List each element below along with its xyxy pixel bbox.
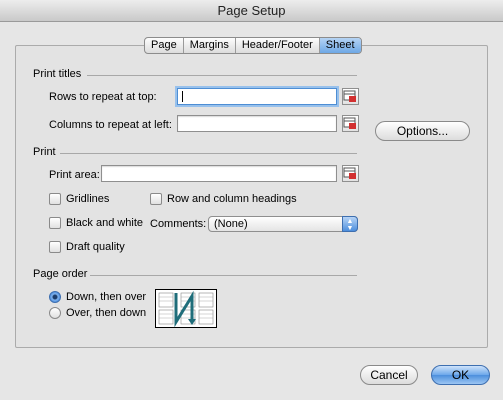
- options-button[interactable]: Options...: [375, 121, 470, 141]
- print-area-field[interactable]: [101, 165, 337, 182]
- columns-to-repeat-label: Columns to repeat at left:: [49, 119, 172, 131]
- rows-range-select-button[interactable]: [342, 88, 359, 105]
- row-col-headings-label: Row and column headings: [167, 193, 297, 205]
- print-titles-heading: Print titles: [33, 68, 82, 80]
- draft-quality-label: Draft quality: [66, 241, 125, 253]
- tab-header-footer[interactable]: Header/Footer: [236, 38, 320, 53]
- over-then-down-label: Over, then down: [66, 307, 147, 319]
- columns-range-select-button[interactable]: [342, 115, 359, 132]
- tab-page[interactable]: Page: [145, 38, 184, 53]
- cancel-button[interactable]: Cancel: [360, 365, 418, 385]
- page-order-divider: [90, 275, 357, 276]
- black-and-white-checkbox[interactable]: [49, 217, 61, 229]
- draft-quality-checkbox[interactable]: [49, 241, 61, 253]
- rows-to-repeat-field[interactable]: [177, 88, 337, 105]
- window-title: Page Setup: [0, 0, 503, 22]
- tab-sheet[interactable]: Sheet: [319, 38, 361, 53]
- comments-select[interactable]: (None) ▲ ▼: [208, 216, 358, 232]
- tab-bar: Page Margins Header/Footer Sheet: [144, 37, 362, 54]
- tab-margins[interactable]: Margins: [184, 38, 236, 53]
- comments-selected-value: (None): [214, 218, 248, 230]
- range-select-icon: [343, 90, 356, 102]
- gridlines-checkbox[interactable]: [49, 193, 61, 205]
- range-select-icon: [343, 167, 356, 179]
- row-col-headings-checkbox[interactable]: [150, 193, 162, 205]
- down-then-over-label: Down, then over: [66, 291, 147, 303]
- ok-button[interactable]: OK: [431, 365, 490, 385]
- print-area-range-select-button[interactable]: [342, 165, 359, 182]
- page-order-diagram-icon: [155, 289, 217, 328]
- print-area-label: Print area:: [49, 169, 100, 181]
- print-divider: [60, 153, 357, 154]
- down-then-over-radio[interactable]: [49, 291, 61, 303]
- text-caret: [182, 91, 183, 102]
- print-heading: Print: [33, 146, 56, 158]
- gridlines-label: Gridlines: [66, 193, 110, 205]
- select-arrows-icon: ▲ ▼: [342, 216, 358, 232]
- print-titles-divider: [87, 75, 357, 76]
- range-select-icon: [343, 117, 356, 129]
- black-and-white-label: Black and white: [66, 217, 144, 229]
- over-then-down-radio[interactable]: [49, 307, 61, 319]
- rows-to-repeat-label: Rows to repeat at top:: [49, 91, 157, 103]
- page-order-heading: Page order: [33, 268, 88, 280]
- columns-to-repeat-field[interactable]: [177, 115, 337, 132]
- comments-label: Comments:: [150, 218, 207, 230]
